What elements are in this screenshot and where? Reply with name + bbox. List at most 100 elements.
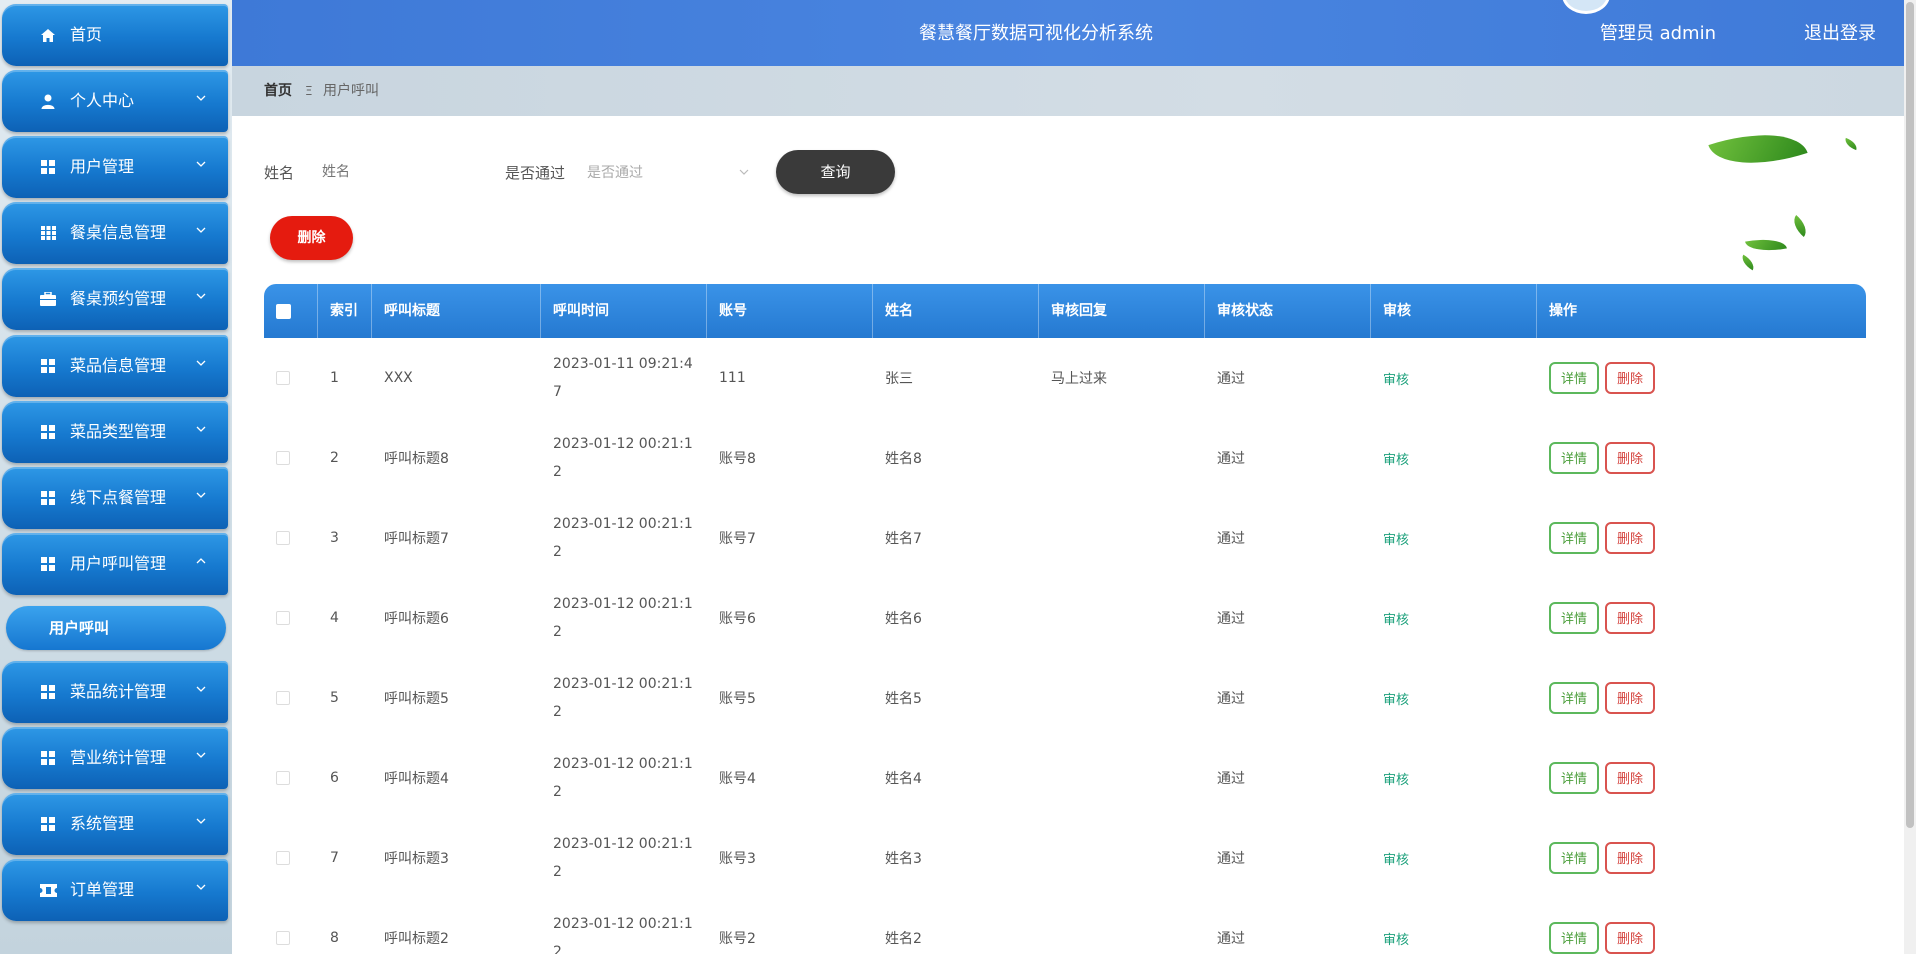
sidebar-item-12[interactable]: 订单管理 — [2, 859, 228, 921]
sidebar-item-9[interactable]: 菜品统计管理 — [2, 661, 228, 723]
cell-index: 3 — [330, 530, 339, 546]
row-checkbox[interactable] — [276, 531, 290, 545]
cell-title: 呼叫标题2 — [384, 931, 449, 947]
breadcrumb: 首页 Ξ 用户呼叫 — [232, 66, 1904, 116]
system-title: 餐慧餐厅数据可视化分析系统 — [919, 23, 1153, 44]
chevron-down-icon — [196, 161, 206, 167]
detail-button[interactable]: 详情 — [1549, 922, 1600, 954]
cell-name: 姓名7 — [885, 531, 922, 547]
sidebar-item-3[interactable]: 餐桌信息管理 — [2, 202, 228, 264]
batch-delete-button[interactable]: 删除 — [270, 216, 353, 260]
cell-status: 通过 — [1217, 611, 1245, 627]
audit-link[interactable]: 审核 — [1383, 689, 1409, 708]
row-checkbox[interactable] — [276, 371, 290, 385]
cell-audit: 审核 — [1371, 498, 1537, 578]
cell-actions: 详情 删除 — [1537, 898, 1866, 954]
cell-reply — [1039, 498, 1205, 578]
cell-time: 2023-01-12 00:21:12 — [553, 516, 693, 560]
cell-name: 姓名6 — [885, 611, 922, 627]
pass-status-select[interactable]: 是否通过 — [587, 154, 753, 188]
table-row: 8 呼叫标题2 2023-01-12 00:21:12 账号2 姓名2 通过 审核 详情 删除 — [264, 898, 1866, 954]
sidebar-item-label: 用户呼叫管理 — [70, 554, 167, 573]
row-select-cell — [264, 898, 318, 954]
chevron-down-icon — [196, 95, 206, 101]
breadcrumb-current: 用户呼叫 — [323, 83, 379, 99]
row-delete-button[interactable]: 删除 — [1605, 922, 1656, 954]
sidebar-item-7[interactable]: 线下点餐管理 — [2, 467, 228, 529]
sidebar-item-1[interactable]: 个人中心 — [2, 70, 228, 132]
row-checkbox[interactable] — [276, 851, 290, 865]
audit-link[interactable]: 审核 — [1383, 769, 1409, 788]
sidebar-subitem-user-call[interactable]: 用户呼叫 — [6, 606, 226, 650]
sidebar: 首页 个人中心 用户管理 餐桌信息管理 餐桌预约管理 菜品信息管理 菜品类型管理 线下点餐管理… — [0, 0, 232, 954]
cell-status: 通过 — [1217, 371, 1245, 387]
row-delete-button[interactable]: 删除 — [1605, 682, 1656, 714]
detail-button[interactable]: 详情 — [1549, 442, 1600, 474]
cell-title: 呼叫标题7 — [384, 531, 449, 547]
audit-link[interactable]: 审核 — [1383, 449, 1409, 468]
detail-button[interactable]: 详情 — [1549, 522, 1600, 554]
logout-link[interactable]: 退出登录 — [1804, 0, 1876, 68]
row-select-cell — [264, 658, 318, 738]
row-checkbox[interactable] — [276, 771, 290, 785]
detail-button[interactable]: 详情 — [1549, 602, 1600, 634]
scrollbar-thumb[interactable] — [1906, 2, 1914, 828]
sidebar-item-6[interactable]: 菜品类型管理 — [2, 401, 228, 463]
row-delete-button[interactable]: 删除 — [1605, 762, 1656, 794]
row-delete-button[interactable]: 删除 — [1605, 602, 1656, 634]
row-checkbox[interactable] — [276, 931, 290, 945]
cell-actions: 详情 删除 — [1537, 498, 1866, 578]
pass-status-placeholder: 是否通过 — [587, 165, 643, 181]
query-button[interactable]: 查询 — [776, 150, 895, 194]
sidebar-item-2[interactable]: 用户管理 — [2, 136, 228, 198]
sidebar-item-8[interactable]: 用户呼叫管理 — [2, 533, 228, 595]
detail-button[interactable]: 详情 — [1549, 362, 1600, 394]
sidebar-item-label: 营业统计管理 — [70, 748, 167, 767]
select-all-checkbox[interactable] — [276, 303, 291, 319]
row-delete-button[interactable]: 删除 — [1605, 362, 1656, 394]
sidebar-item-11[interactable]: 系统管理 — [2, 793, 228, 855]
detail-button[interactable]: 详情 — [1549, 762, 1600, 794]
grid-icon — [38, 661, 58, 723]
row-checkbox[interactable] — [276, 691, 290, 705]
audit-link[interactable]: 审核 — [1383, 929, 1409, 948]
name-search-input[interactable] — [320, 160, 484, 184]
row-delete-button[interactable]: 删除 — [1605, 442, 1656, 474]
audit-link[interactable]: 审核 — [1383, 609, 1409, 628]
row-select-cell — [264, 578, 318, 658]
table-row: 4 呼叫标题6 2023-01-12 00:21:12 账号6 姓名6 通过 审核 详情 删除 — [264, 578, 1866, 658]
cell-index: 5 — [330, 690, 339, 706]
cell-reply — [1039, 898, 1205, 954]
column-header: 审核回复 — [1039, 284, 1205, 338]
cell-time: 2023-01-12 00:21:12 — [553, 676, 693, 720]
sidebar-item-0[interactable]: 首页 — [2, 4, 228, 66]
chevron-down-icon — [196, 492, 206, 498]
row-delete-button[interactable]: 删除 — [1605, 842, 1656, 874]
row-delete-button[interactable]: 删除 — [1605, 522, 1656, 554]
sidebar-item-5[interactable]: 菜品信息管理 — [2, 335, 228, 397]
leaf-decoration-icon — [1788, 214, 1812, 238]
cell-audit: 审核 — [1371, 338, 1537, 418]
sidebar-item-4[interactable]: 餐桌预约管理 — [2, 268, 228, 330]
cell-name: 姓名2 — [885, 931, 922, 947]
grid-icon — [38, 467, 58, 529]
chevron-down-icon — [196, 686, 206, 692]
audit-link[interactable]: 审核 — [1383, 849, 1409, 868]
cell-status: 通过 — [1217, 531, 1245, 547]
cell-name: 姓名8 — [885, 451, 922, 467]
sidebar-item-10[interactable]: 营业统计管理 — [2, 727, 228, 789]
row-checkbox[interactable] — [276, 451, 290, 465]
breadcrumb-home[interactable]: 首页 — [264, 66, 292, 116]
detail-button[interactable]: 详情 — [1549, 682, 1600, 714]
column-header: 呼叫时间 — [541, 284, 707, 338]
sidebar-item-label: 系统管理 — [70, 814, 135, 833]
cell-account: 账号5 — [719, 691, 756, 707]
row-select-cell — [264, 498, 318, 578]
detail-button[interactable]: 详情 — [1549, 842, 1600, 874]
row-checkbox[interactable] — [276, 611, 290, 625]
column-header: 呼叫标题 — [372, 284, 541, 338]
audit-link[interactable]: 审核 — [1383, 369, 1409, 388]
select-all-cell — [264, 284, 318, 338]
page-scrollbar[interactable] — [1904, 0, 1916, 954]
audit-link[interactable]: 审核 — [1383, 529, 1409, 548]
